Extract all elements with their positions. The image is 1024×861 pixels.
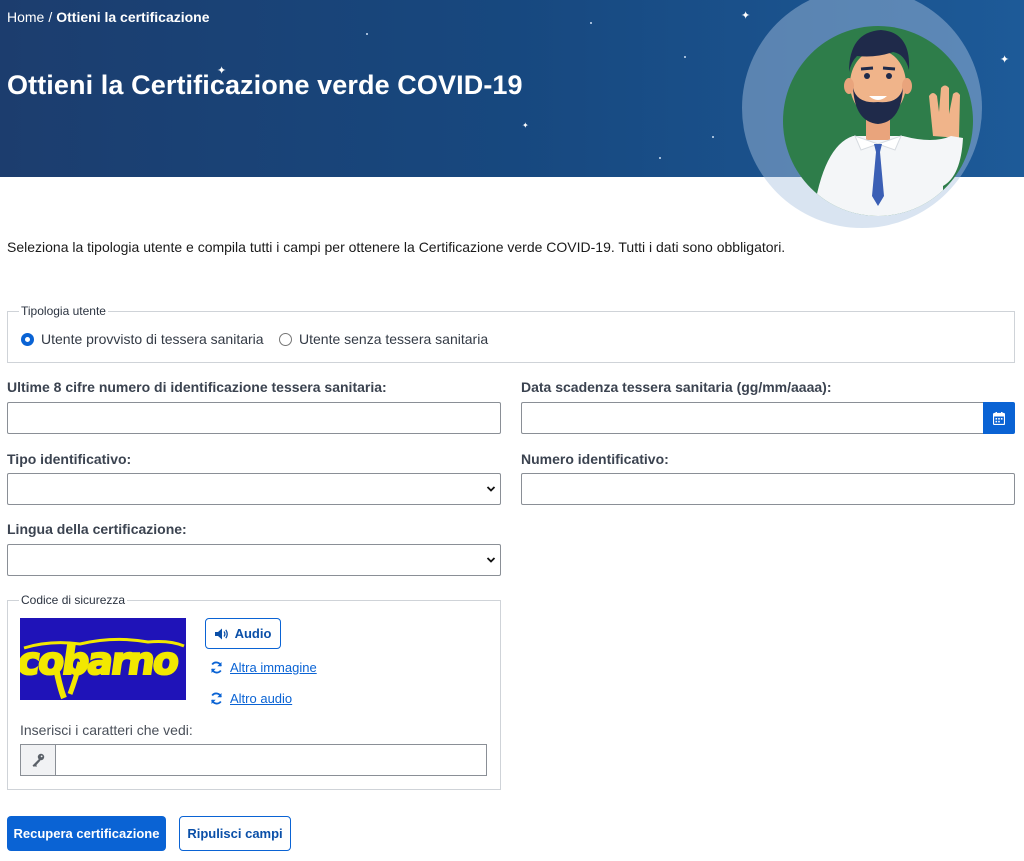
dot-decoration	[712, 136, 714, 138]
other-audio-label[interactable]: Altro audio	[230, 691, 292, 706]
chevron-down-icon	[486, 486, 496, 492]
radio-button-checked[interactable]	[21, 332, 34, 346]
submit-button[interactable]: Recupera certificazione	[7, 816, 166, 851]
audio-button-label: Audio	[234, 626, 272, 641]
user-type-legend: Tipologia utente	[19, 304, 108, 318]
other-audio-link[interactable]: Altro audio	[210, 691, 292, 706]
dot-decoration	[659, 157, 661, 159]
breadcrumb-current: Ottieni la certificazione	[56, 9, 210, 25]
id-number-label: Numero identificativo:	[521, 451, 669, 467]
reset-button[interactable]: Ripulisci campi	[179, 816, 291, 851]
id-number-input[interactable]	[521, 473, 1015, 505]
star-decoration: ✦	[1000, 54, 1010, 66]
radio-button[interactable]	[279, 332, 292, 346]
key-addon	[20, 744, 55, 776]
radio-label: Utente provvisto di tessera sanitaria	[41, 331, 264, 347]
card-expiry-input[interactable]	[521, 402, 983, 434]
breadcrumb: Home / Ottieni la certificazione	[7, 9, 210, 25]
refresh-icon	[211, 692, 222, 705]
key-icon	[32, 753, 45, 767]
calendar-button[interactable]	[983, 402, 1015, 434]
language-select[interactable]	[7, 544, 501, 576]
chevron-down-icon	[486, 557, 496, 563]
refresh-icon	[211, 661, 222, 674]
reset-button-label: Ripulisci campi	[187, 826, 283, 841]
star-decoration: ✦	[522, 121, 529, 130]
dot-decoration	[684, 56, 686, 58]
waving-man-icon	[813, 30, 963, 216]
speaker-icon	[214, 628, 228, 639]
id-type-select[interactable]	[7, 473, 501, 505]
card-digits-label: Ultime 8 cifre numero di identificazione…	[7, 379, 387, 395]
svg-text:cobarno: cobarno	[20, 640, 181, 684]
intro-text: Seleziona la tipologia utente e compila …	[7, 239, 786, 255]
card-digits-input[interactable]	[7, 402, 501, 434]
other-image-link[interactable]: Altra immagine	[210, 660, 317, 675]
breadcrumb-home-link[interactable]: Home	[7, 9, 44, 25]
language-label: Lingua della certificazione:	[7, 521, 187, 537]
radio-without-card[interactable]: Utente senza tessera sanitaria	[279, 331, 488, 347]
captcha-image: cobarno	[20, 618, 186, 700]
captcha-picture: cobarno	[20, 637, 185, 700]
page-title: Ottieni la Certificazione verde COVID-19	[7, 70, 523, 100]
radio-with-card[interactable]: Utente provvisto di tessera sanitaria	[21, 331, 264, 347]
dot-decoration	[590, 22, 592, 24]
captcha-input[interactable]	[55, 744, 487, 776]
id-type-label: Tipo identificativo:	[7, 451, 132, 467]
captcha-input-caption: Inserisci i caratteri che vedi:	[20, 722, 193, 738]
submit-button-label: Recupera certificazione	[13, 826, 160, 841]
star-decoration: ✦	[741, 10, 751, 22]
calendar-icon	[993, 411, 1005, 425]
dot-decoration	[366, 33, 368, 35]
captcha-legend: Codice di sicurezza	[19, 593, 128, 607]
breadcrumb-separator: /	[48, 9, 53, 25]
card-expiry-label: Data scadenza tessera sanitaria (gg/mm/a…	[521, 379, 832, 395]
avatar-illustration	[783, 26, 973, 216]
radio-label: Utente senza tessera sanitaria	[299, 331, 489, 347]
other-image-label[interactable]: Altra immagine	[230, 660, 317, 675]
audio-button[interactable]: Audio	[205, 618, 281, 649]
